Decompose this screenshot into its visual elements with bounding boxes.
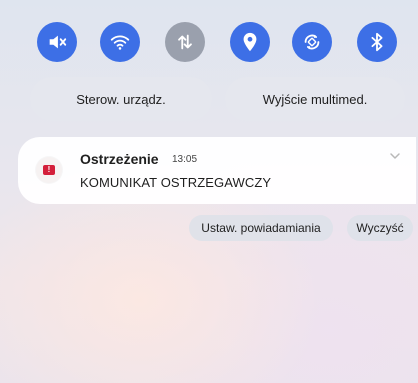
auto-rotate-icon (304, 34, 320, 50)
alert-glyph: ! (43, 165, 55, 175)
quick-settings-row (0, 22, 418, 62)
notification-title: Ostrzeżenie (80, 151, 159, 167)
media-output-button[interactable]: Wyjście multimed. (225, 77, 405, 121)
auto-rotate-toggle[interactable] (292, 22, 332, 62)
clear-button[interactable]: Wyczyść (347, 215, 413, 241)
mobile-data-icon (178, 34, 192, 50)
notification-settings-button[interactable]: Ustaw. powiadamiania (189, 215, 333, 241)
bluetooth-icon (371, 32, 383, 52)
wifi-toggle[interactable] (100, 22, 140, 62)
media-output-label: Wyjście multimed. (262, 91, 368, 107)
mobile-data-toggle[interactable] (165, 22, 205, 62)
location-toggle[interactable] (230, 22, 270, 62)
chevron-down-icon[interactable] (388, 149, 402, 163)
device-control-label: Sterow. urządz. (76, 91, 166, 107)
location-icon (243, 32, 257, 52)
notification-settings-label: Ustaw. powiadamiania (201, 221, 321, 235)
bluetooth-toggle[interactable] (357, 22, 397, 62)
notification-time: 13:05 (172, 154, 198, 165)
clear-label: Wyczyść (356, 221, 404, 235)
notification-body: KOMUNIKAT OSTRZEGAWCZY (80, 175, 272, 190)
alert-app-icon: ! (36, 157, 62, 183)
notification-card[interactable]: ! Ostrzeżenie 13:05 KOMUNIKAT OSTRZEGAWC… (18, 137, 416, 204)
quick-panel-pills: Sterow. urządz. Wyjście multimed. (0, 77, 418, 121)
wifi-icon (110, 35, 130, 50)
mute-toggle[interactable] (37, 22, 77, 62)
device-control-button[interactable]: Sterow. urządz. (30, 77, 212, 121)
mute-icon (49, 35, 67, 49)
